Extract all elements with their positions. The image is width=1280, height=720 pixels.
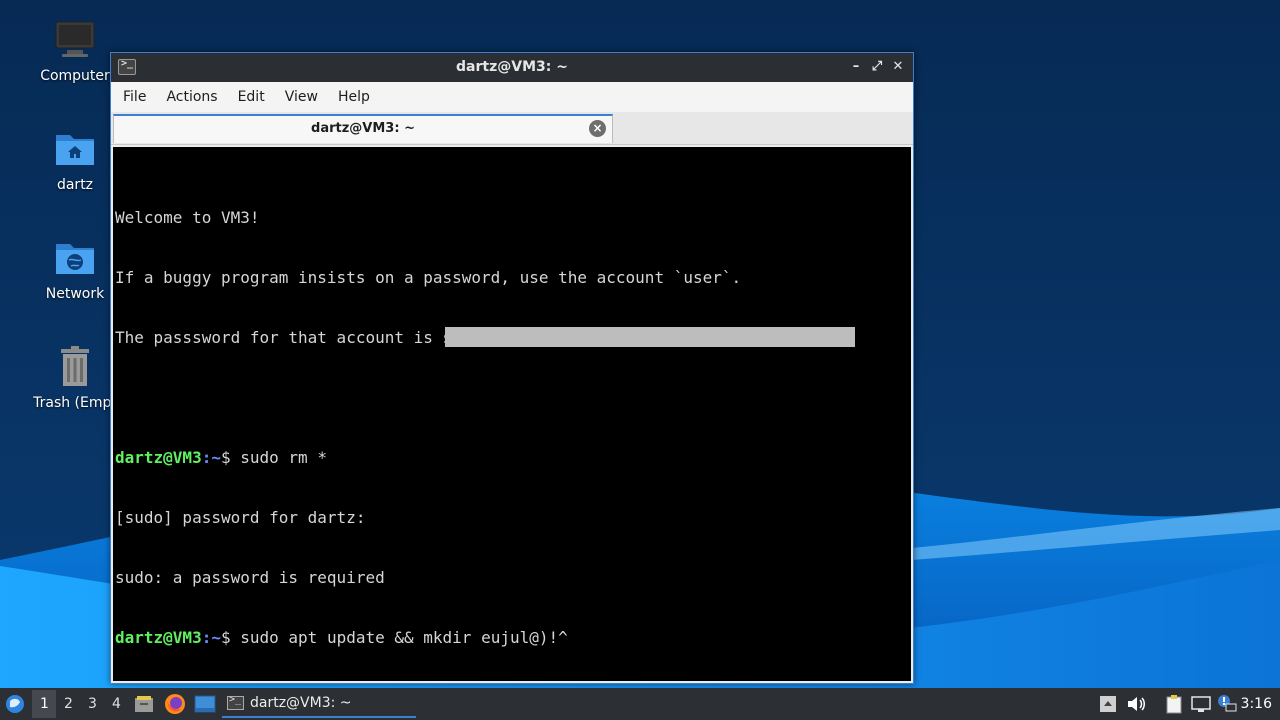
prompt-path: ~ <box>211 448 221 467</box>
workspace-3[interactable]: 3 <box>88 696 97 712</box>
start-menu-icon[interactable] <box>5 694 25 718</box>
volume-icon[interactable] <box>1126 695 1146 717</box>
window-titlebar[interactable]: >_ dartz@VM3: ~ – ⤢ ✕ <box>111 53 913 82</box>
menu-edit[interactable]: Edit <box>228 89 275 105</box>
workspace-2[interactable]: 2 <box>64 696 73 712</box>
prompt-user: dartz@VM3 <box>115 628 202 647</box>
firefox-icon[interactable] <box>164 693 186 719</box>
trash-icon <box>53 345 97 389</box>
menu-help[interactable]: Help <box>328 89 380 105</box>
terminal-line: Welcome to VM3! <box>115 208 260 227</box>
terminal-line: dartz@VM3:~$ sudo apt update && mkdir eu… <box>115 628 568 647</box>
taskbar-terminal-button[interactable]: >_ dartz@VM3: ~ <box>222 690 416 718</box>
tray-up-icon[interactable] <box>1099 695 1117 717</box>
terminal-icon: >_ <box>227 694 244 710</box>
workspace-1[interactable]: 1 <box>40 696 49 712</box>
tab-terminal[interactable]: dartz@VM3: ~ × <box>113 114 613 143</box>
terminal-output[interactable]: Welcome to VM3! If a buggy program insis… <box>113 147 911 681</box>
notification-icon[interactable] <box>1216 693 1238 717</box>
window-title: dartz@VM3: ~ <box>456 59 568 75</box>
computer-icon <box>53 18 97 62</box>
network-icon[interactable] <box>1190 694 1212 718</box>
show-desktop-icon[interactable] <box>194 694 216 718</box>
tab-label: dartz@VM3: ~ <box>311 121 415 136</box>
task-label: dartz@VM3: ~ <box>250 695 352 711</box>
terminal-window[interactable]: >_ dartz@VM3: ~ – ⤢ ✕ File Actions Edit … <box>110 52 914 684</box>
workspace-4[interactable]: 4 <box>112 696 121 712</box>
clipboard-icon[interactable] <box>1164 694 1184 718</box>
taskbar: 1 2 3 4 >_ dartz@VM3: ~ 3:16 <box>0 688 1280 720</box>
tab-close-icon[interactable]: × <box>589 120 606 137</box>
minimize-button[interactable]: – <box>847 58 865 76</box>
tab-bar: dartz@VM3: ~ × <box>111 112 913 145</box>
close-button[interactable]: ✕ <box>889 58 907 76</box>
home-folder-icon <box>53 127 97 171</box>
file-manager-icon[interactable] <box>134 694 154 718</box>
prompt-path: ~ <box>211 628 221 647</box>
network-folder-icon <box>53 236 97 280</box>
menu-bar: File Actions Edit View Help <box>111 82 913 112</box>
menu-view[interactable]: View <box>275 89 328 105</box>
terminal-line: dartz@VM3:~$ sudo rm * <box>115 448 327 467</box>
menu-actions[interactable]: Actions <box>156 89 227 105</box>
maximize-button[interactable]: ⤢ <box>868 58 886 76</box>
selection-highlight <box>445 327 855 347</box>
menu-file[interactable]: File <box>113 89 156 105</box>
terminal-line: sudo: a password is required <box>115 568 385 587</box>
terminal-line: If a buggy program insists on a password… <box>115 268 742 287</box>
terminal-line: [sudo] password for dartz: <box>115 508 366 527</box>
clock[interactable]: 3:16 <box>1241 696 1272 712</box>
prompt-user: dartz@VM3 <box>115 448 202 467</box>
